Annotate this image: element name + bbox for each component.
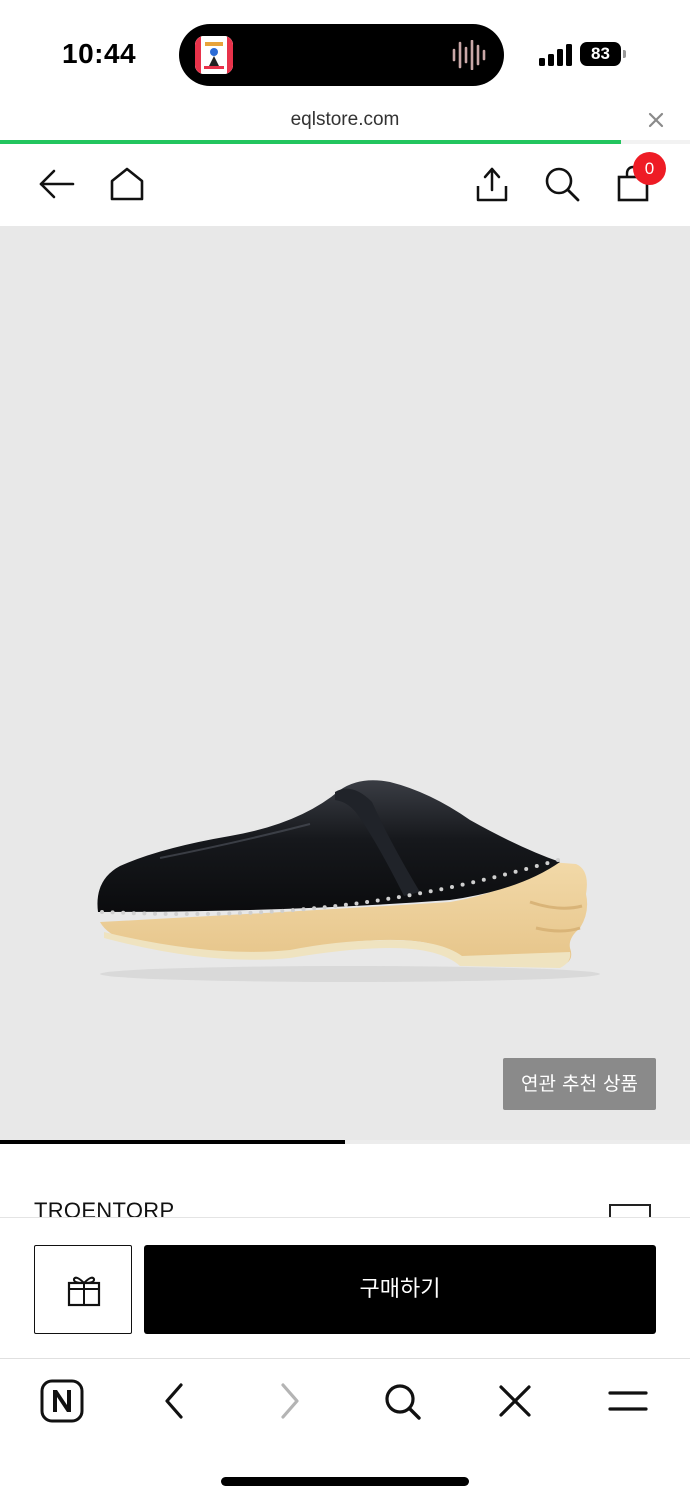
chevron-right-icon[interactable] <box>267 1379 311 1423</box>
menu-icon[interactable] <box>606 1379 650 1423</box>
cellular-signal-icon <box>539 44 572 66</box>
status-bar: 10:44 83 <box>0 0 690 100</box>
arrow-left-icon[interactable] <box>37 164 77 204</box>
related-products-button[interactable]: 연관 추천 상품 <box>503 1058 656 1110</box>
gift-button[interactable] <box>34 1245 132 1334</box>
site-header <box>0 144 690 226</box>
audio-waveform-icon <box>452 40 486 70</box>
url-domain[interactable]: eqlstore.com <box>0 109 690 131</box>
cart-count-badge[interactable]: 0 <box>633 152 666 185</box>
buy-button[interactable]: 구매하기 <box>144 1245 656 1334</box>
brand-name[interactable]: TROENTORP <box>34 1198 174 1217</box>
status-time: 10:44 <box>62 38 137 69</box>
battery-level: 83 <box>580 42 621 66</box>
product-info: TROENTORP <box>0 1144 690 1217</box>
home-icon[interactable] <box>107 164 147 204</box>
share-icon[interactable] <box>472 164 512 204</box>
url-bar[interactable]: eqlstore.com <box>0 100 690 142</box>
product-image-gallery[interactable]: 연관 추천 상품 <box>0 226 690 1140</box>
search-icon[interactable] <box>380 1379 424 1423</box>
home-indicator[interactable] <box>221 1477 469 1486</box>
dynamic-island[interactable] <box>179 24 504 86</box>
chevron-left-icon[interactable] <box>153 1379 197 1423</box>
purchase-action-bar: 구매하기 <box>0 1217 690 1358</box>
battery-indicator: 83 <box>580 42 626 66</box>
black-leather-clog-image[interactable] <box>90 762 610 992</box>
page: 10:44 83 eqlstore.com 0 연관 추천 상품 TROENTO… <box>0 0 690 1500</box>
battery-tip <box>623 50 626 58</box>
naver-app-icon[interactable] <box>40 1379 84 1423</box>
brand-logo-box <box>609 1204 651 1217</box>
search-icon[interactable] <box>542 164 582 204</box>
close-icon[interactable] <box>493 1379 537 1423</box>
now-playing-app-icon[interactable] <box>195 36 233 74</box>
gift-icon <box>67 1276 101 1307</box>
close-icon[interactable] <box>646 110 666 130</box>
